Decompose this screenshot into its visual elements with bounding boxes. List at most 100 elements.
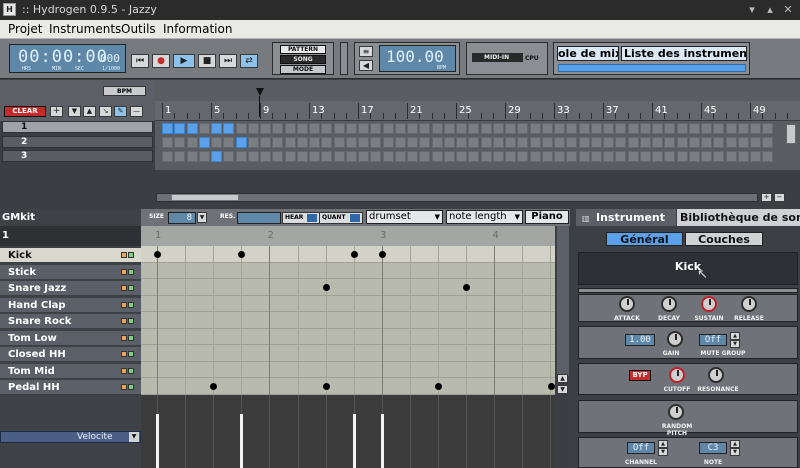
song-cell[interactable] (725, 151, 737, 162)
song-pattern-row[interactable]: 2 (2, 136, 153, 148)
gain-knob[interactable] (667, 331, 683, 347)
song-cell[interactable] (688, 123, 700, 134)
mute-icon[interactable] (121, 252, 127, 258)
note-length-select[interactable]: note length ▼ (446, 210, 523, 224)
note-down-icon[interactable]: ▼ (730, 448, 740, 456)
song-cell[interactable] (284, 151, 296, 162)
channel-up-icon[interactable]: ▲ (658, 440, 668, 448)
song-cell[interactable] (713, 151, 725, 162)
song-cell[interactable] (517, 123, 529, 134)
mute-icon[interactable] (121, 301, 127, 308)
song-cell[interactable] (762, 137, 774, 148)
song-cell[interactable] (394, 151, 406, 162)
close-icon[interactable]: ✕ (780, 2, 796, 18)
note-row[interactable] (141, 312, 555, 329)
song-cell[interactable] (737, 151, 749, 162)
note-row[interactable] (141, 362, 555, 378)
song-cell[interactable] (198, 137, 210, 148)
note-event[interactable] (322, 383, 330, 391)
pattern-select[interactable]: drumset ▼ (366, 210, 443, 224)
song-cells[interactable] (162, 123, 782, 163)
minimize-icon[interactable]: ▾ (744, 2, 760, 18)
song-cell[interactable] (554, 137, 565, 148)
song-cell[interactable] (725, 137, 737, 148)
note-row[interactable] (141, 263, 555, 279)
song-cell[interactable] (456, 151, 467, 162)
song-cell[interactable] (762, 151, 774, 162)
speaker-icon[interactable]: ◀ (359, 60, 373, 71)
song-cell[interactable] (284, 137, 296, 148)
song-cell[interactable] (309, 137, 320, 148)
song-cell[interactable] (615, 151, 627, 162)
song-cell[interactable] (174, 151, 186, 162)
song-cell[interactable] (590, 123, 602, 134)
song-cell[interactable] (211, 123, 222, 134)
maximize-icon[interactable]: ▴ (762, 2, 778, 18)
velocity-bar[interactable] (381, 414, 384, 468)
menu-projet[interactable]: Projet (8, 22, 42, 36)
solo-icon[interactable] (128, 268, 134, 275)
solo-icon[interactable] (128, 384, 134, 390)
song-cell[interactable] (688, 137, 700, 148)
channel-down-icon[interactable]: ▼ (658, 448, 668, 456)
song-cell[interactable] (211, 137, 222, 148)
song-cell[interactable] (309, 151, 320, 162)
song-cell[interactable] (529, 123, 541, 134)
song-cell[interactable] (296, 123, 308, 134)
song-cell[interactable] (382, 137, 394, 148)
song-cell[interactable] (407, 137, 418, 148)
song-cell[interactable] (358, 123, 369, 134)
song-cell[interactable] (456, 137, 467, 148)
song-cell[interactable] (529, 137, 541, 148)
general-subtab[interactable]: Général (606, 232, 683, 246)
song-cell[interactable] (333, 137, 345, 148)
velocity-bar[interactable] (240, 414, 244, 468)
mute-group-up-icon[interactable]: ▲ (730, 332, 740, 340)
bpm-spin-icon[interactable]: ≡ (359, 46, 373, 57)
song-editor-grid[interactable]: 1 5 9 13 17 21 25 29 33 37 41 45 49 (155, 80, 800, 170)
instrument-row[interactable]: Snare Rock (0, 314, 141, 329)
song-cell[interactable] (713, 123, 725, 134)
song-cell[interactable] (211, 151, 222, 162)
instrument-row[interactable]: Hand Clap (0, 297, 141, 313)
song-cell[interactable] (235, 137, 247, 148)
add-pattern-button[interactable]: + (50, 106, 63, 117)
song-cell[interactable] (309, 123, 320, 134)
song-cell[interactable] (443, 151, 455, 162)
song-cell[interactable] (701, 137, 712, 148)
song-cell[interactable] (578, 123, 590, 134)
size-dropdown-icon[interactable]: ▼ (197, 212, 207, 223)
song-cell[interactable] (260, 137, 271, 148)
song-cell[interactable] (382, 151, 394, 162)
fast-forward-button[interactable]: ⏭ (219, 54, 237, 68)
song-cell[interactable] (505, 123, 516, 134)
instrument-row[interactable]: Tom Low (0, 330, 141, 346)
song-cell[interactable] (652, 137, 663, 148)
mute-icon[interactable] (121, 334, 127, 341)
song-cell[interactable] (431, 151, 443, 162)
bypass-button[interactable]: BYP (629, 370, 651, 381)
song-cell[interactable] (321, 151, 333, 162)
song-cell[interactable] (664, 137, 676, 148)
note-event[interactable] (547, 383, 555, 391)
song-cell[interactable] (737, 123, 749, 134)
song-cell[interactable] (505, 137, 516, 148)
size-value[interactable]: 8 (168, 212, 196, 224)
song-cell[interactable] (639, 151, 651, 162)
song-ruler[interactable]: 1 5 9 13 17 21 25 29 33 37 41 45 49 (155, 101, 800, 121)
song-cell[interactable] (247, 123, 259, 134)
record-button[interactable]: ● (152, 54, 170, 68)
song-cell[interactable] (247, 137, 259, 148)
song-cell[interactable] (431, 123, 443, 134)
instrument-row[interactable]: Tom Mid (0, 363, 141, 379)
mute-icon[interactable] (121, 384, 127, 390)
song-cell[interactable] (370, 151, 382, 162)
song-cell[interactable] (223, 151, 235, 162)
song-cell[interactable] (554, 151, 565, 162)
instrument-row[interactable]: Kick (0, 248, 141, 263)
sound-library-tab[interactable]: Bibliothèque de sons (677, 209, 800, 226)
song-cell[interactable] (407, 151, 418, 162)
song-cell[interactable] (223, 123, 235, 134)
velocity-property-select[interactable]: Velocite ▼ (0, 431, 141, 443)
song-cell[interactable] (443, 123, 455, 134)
